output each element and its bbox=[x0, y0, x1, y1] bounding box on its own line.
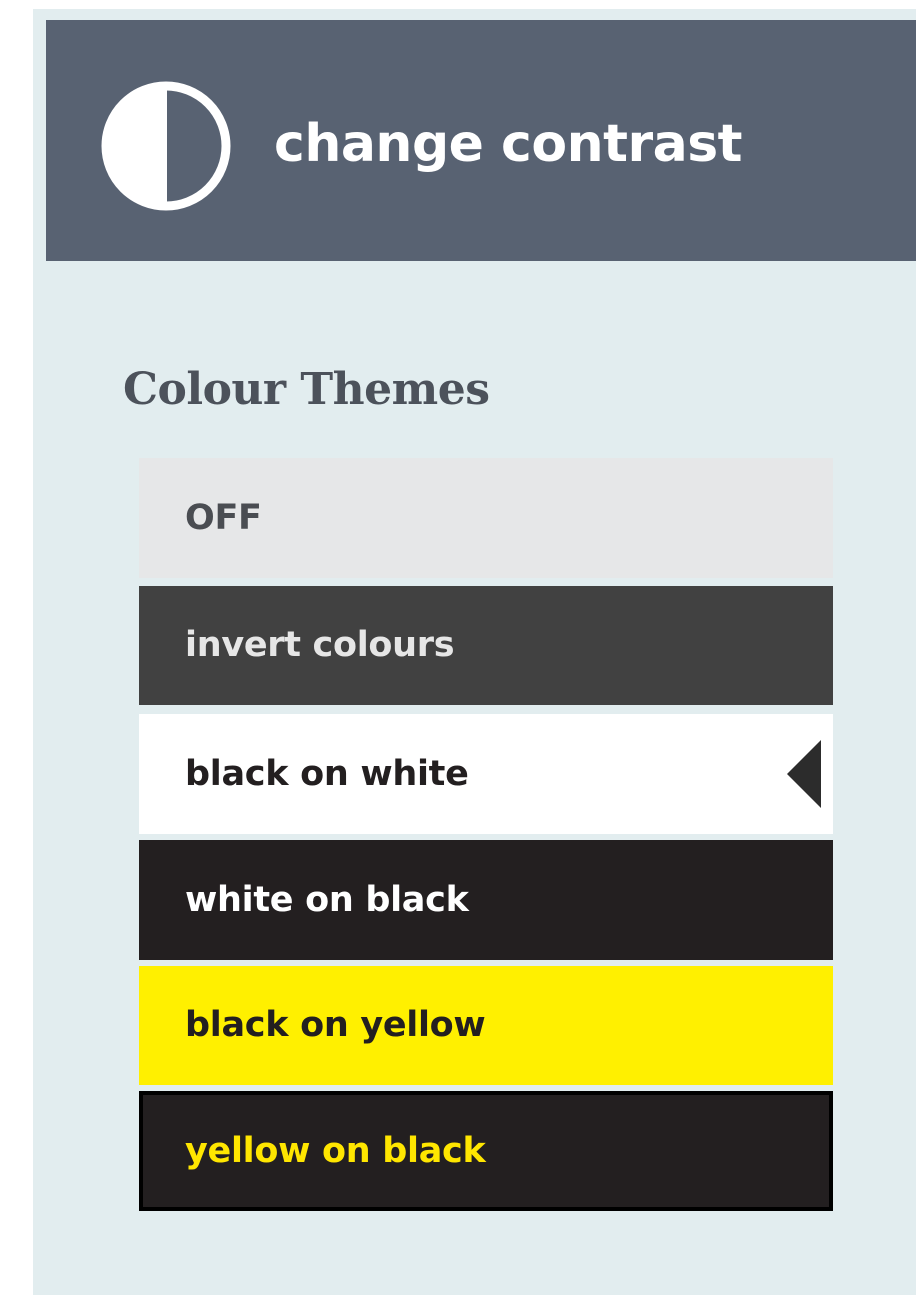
header-title: change contrast bbox=[274, 114, 743, 174]
theme-option-yellow-on-black[interactable]: yellow on black bbox=[139, 1091, 833, 1211]
theme-option-invert-colours[interactable]: invert colours bbox=[139, 586, 833, 705]
theme-option-black-on-yellow[interactable]: black on yellow bbox=[139, 966, 833, 1085]
theme-option-white-on-black[interactable]: white on black bbox=[139, 840, 833, 960]
contrast-half-circle-icon bbox=[101, 81, 231, 211]
theme-option-label: yellow on black bbox=[185, 1131, 486, 1171]
theme-option-label: black on white bbox=[185, 754, 469, 794]
theme-option-label: black on yellow bbox=[185, 1005, 486, 1045]
theme-option-black-on-white[interactable]: black on white bbox=[139, 714, 833, 834]
theme-option-label: OFF bbox=[185, 498, 262, 538]
theme-option-off[interactable]: OFF bbox=[139, 458, 833, 578]
theme-option-label: white on black bbox=[185, 880, 469, 920]
theme-option-label: invert colours bbox=[185, 625, 455, 665]
selected-indicator-arrow-icon bbox=[787, 740, 821, 808]
colour-themes-heading: Colour Themes bbox=[123, 364, 490, 415]
